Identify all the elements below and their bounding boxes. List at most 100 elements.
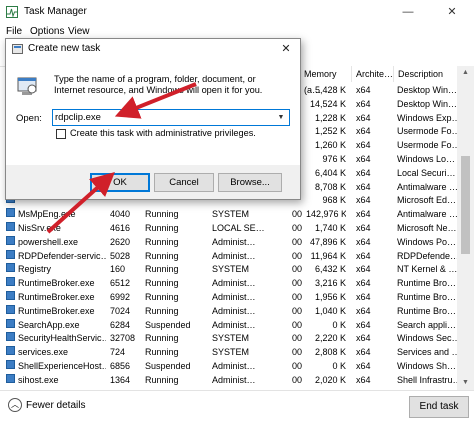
process-arch: x64 bbox=[356, 181, 371, 192]
process-cpu: 00 bbox=[291, 374, 302, 385]
process-icon bbox=[6, 360, 15, 369]
process-status: Running bbox=[145, 305, 179, 316]
process-pid: 6992 bbox=[110, 292, 131, 302]
process-desc: Local Securi… bbox=[397, 167, 456, 178]
process-icon bbox=[6, 249, 15, 259]
chevron-down-icon[interactable]: ▼ bbox=[275, 110, 287, 125]
process-row[interactable]: RuntimeBroker.exe 6992 Running Administ… 00 1… bbox=[0, 291, 457, 304]
process-mem: 6,432 K bbox=[314, 264, 346, 275]
process-name: services.exe bbox=[18, 347, 69, 358]
open-input[interactable] bbox=[55, 111, 265, 124]
process-row[interactable]: ShellExperienceHost… 6856 Suspended Adminis… bbox=[0, 360, 457, 373]
process-arch: x64 bbox=[356, 333, 371, 344]
process-desc: Antimalware … bbox=[397, 181, 457, 192]
process-mem: 2,020 K bbox=[314, 374, 346, 385]
process-user: SYSTEM bbox=[212, 347, 250, 358]
process-desc: Search appli… bbox=[397, 319, 457, 330]
vertical-scrollbar[interactable]: ▲ ▼ bbox=[457, 66, 474, 390]
process-row[interactable]: RDPDefender-servic… 5028 Running Administ… 0… bbox=[0, 249, 457, 263]
process-pid: 4040 bbox=[110, 209, 131, 220]
process-arch: x64 bbox=[356, 167, 371, 178]
process-status: Running bbox=[145, 347, 179, 358]
process-user: Administ… bbox=[212, 278, 256, 289]
process-mem: 14,524 K bbox=[309, 98, 346, 109]
process-row[interactable]: NisSrv.exe 4616 Running LOCAL SE… 00 1,740 K x… bbox=[0, 222, 457, 235]
process-pid: 6512 bbox=[110, 278, 131, 289]
process-icon bbox=[6, 318, 15, 328]
process-user: SYSTEM bbox=[212, 333, 250, 344]
menu-view[interactable]: View bbox=[68, 26, 90, 37]
process-user: Administ… bbox=[212, 250, 256, 261]
menu-file[interactable]: File bbox=[6, 26, 22, 37]
process-name: RuntimeBroker.exe bbox=[18, 305, 95, 316]
process-mem: 5,428 K bbox=[314, 85, 346, 95]
process-desc: Microsoft Ne… bbox=[397, 223, 457, 233]
process-arch: x64 bbox=[356, 209, 371, 220]
process-user: Administ… bbox=[212, 374, 256, 385]
process-pid: 4616 bbox=[110, 223, 131, 233]
process-arch: x64 bbox=[356, 98, 371, 109]
process-user: LOCAL SE… bbox=[212, 223, 265, 233]
scrollbar-thumb[interactable] bbox=[461, 156, 470, 254]
process-mem: 11,964 K bbox=[310, 250, 346, 261]
process-row[interactable]: RuntimeBroker.exe 6512 Running Administ… 00 3… bbox=[0, 277, 457, 290]
process-arch: x64 bbox=[356, 347, 371, 358]
process-mem: 1,260 K bbox=[314, 140, 346, 151]
process-mem: 47,896 K bbox=[309, 236, 346, 247]
browse-button[interactable]: Browse... bbox=[218, 173, 282, 192]
process-row[interactable]: powershell.exe 2620 Running Administ… 00 47,8… bbox=[0, 235, 457, 249]
column-header-description[interactable]: Description bbox=[394, 66, 457, 82]
scroll-down-arrow-icon[interactable]: ▼ bbox=[457, 376, 474, 390]
menu-options[interactable]: Options bbox=[30, 26, 64, 37]
run-program-icon bbox=[17, 77, 37, 95]
process-row[interactable]: sihost.exe 1364 Running Administ… 00 2,020 K x… bbox=[0, 373, 457, 387]
process-row[interactable]: RuntimeBroker.exe 7024 Running Administ… 00 1… bbox=[0, 304, 457, 318]
process-cpu: 00 bbox=[291, 250, 302, 261]
open-combobox[interactable]: ▼ bbox=[52, 109, 290, 126]
minimize-button[interactable]: — bbox=[386, 0, 430, 24]
process-row[interactable]: Registry 160 Running SYSTEM 00 6,432 K x64 NT K… bbox=[0, 263, 457, 276]
process-icon bbox=[6, 291, 15, 300]
process-icon bbox=[6, 222, 15, 231]
process-desc: Desktop Win… bbox=[397, 98, 457, 109]
scroll-up-arrow-icon[interactable]: ▲ bbox=[457, 66, 474, 80]
process-icon bbox=[6, 332, 15, 342]
process-status: Suspended bbox=[145, 319, 191, 330]
admin-privileges-checkbox[interactable] bbox=[56, 129, 66, 139]
process-row[interactable]: services.exe 724 Running SYSTEM 00 2,808 K x64… bbox=[0, 346, 457, 359]
process-row[interactable]: SecurityHealthServic… 32708 Running SYSTEM 0… bbox=[0, 332, 457, 345]
process-name: Registry bbox=[18, 264, 52, 275]
process-arch: x64 bbox=[356, 250, 371, 261]
run-window-icon bbox=[12, 44, 23, 54]
column-header-memory[interactable]: Memory (a… bbox=[300, 66, 352, 95]
open-label: Open: bbox=[16, 113, 42, 124]
dialog-close-button[interactable]: ✕ bbox=[274, 40, 298, 59]
cancel-button[interactable]: Cancel bbox=[154, 173, 214, 192]
process-cpu: 00 bbox=[291, 333, 302, 344]
close-window-button[interactable]: ✕ bbox=[430, 0, 474, 24]
process-status: Suspended bbox=[145, 361, 191, 371]
process-desc: RDPDefende… bbox=[397, 250, 457, 261]
process-mem: 968 K bbox=[322, 195, 346, 206]
process-arch: x64 bbox=[356, 305, 371, 316]
admin-privileges-label[interactable]: Create this task with administrative pri… bbox=[70, 128, 256, 138]
process-cpu: 00 bbox=[291, 236, 302, 247]
process-status: Running bbox=[145, 223, 179, 233]
process-name: RuntimeBroker.exe bbox=[18, 292, 95, 302]
column-header-architecture[interactable]: Archite… bbox=[352, 66, 394, 82]
process-mem: 8,708 K bbox=[314, 181, 346, 192]
process-row[interactable]: SearchApp.exe 6284 Suspended Administ… 00 0 K… bbox=[0, 318, 457, 332]
fewer-details-link[interactable]: Fewer details bbox=[26, 400, 85, 411]
chevron-up-icon[interactable]: ︿ bbox=[8, 398, 22, 412]
end-task-button[interactable]: End task bbox=[409, 396, 469, 418]
process-desc: Windows Po… bbox=[397, 236, 457, 247]
process-arch: x64 bbox=[356, 112, 371, 123]
dialog-titlebar: Create new task ✕ bbox=[6, 39, 300, 60]
process-cpu: 00 bbox=[291, 305, 302, 316]
dialog-title: Create new task bbox=[28, 43, 101, 54]
ok-button[interactable]: OK bbox=[90, 173, 150, 192]
process-icon bbox=[6, 208, 15, 218]
process-arch: x64 bbox=[356, 140, 371, 151]
process-arch: x64 bbox=[356, 85, 371, 95]
process-row[interactable]: MsMpEng.exe 4040 Running SYSTEM 00 142,976 K x… bbox=[0, 208, 457, 221]
